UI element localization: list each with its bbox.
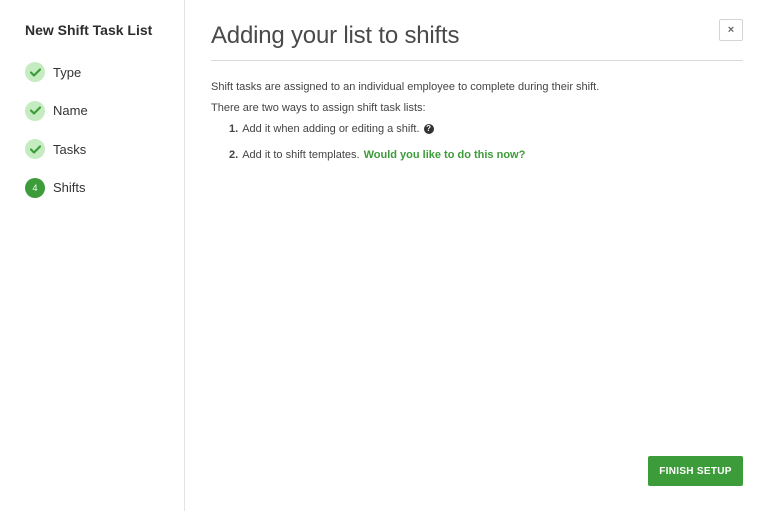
page-title: Adding your list to shifts — [211, 22, 460, 49]
option-item: 1. Add it when adding or editing a shift… — [229, 122, 743, 136]
step-label: Type — [53, 64, 82, 80]
step-shifts[interactable]: 4 Shifts — [25, 177, 88, 198]
check-icon — [25, 139, 45, 159]
finish-setup-button[interactable]: FINISH SETUP — [648, 456, 743, 486]
sidebar: New Shift Task List Type Name Tasks 4 Sh… — [0, 0, 185, 511]
close-button[interactable]: × — [719, 19, 743, 41]
sidebar-title: New Shift Task List — [25, 22, 153, 38]
step-tasks[interactable]: Tasks — [25, 139, 88, 159]
close-icon: × — [727, 24, 735, 36]
main-panel: Adding your list to shifts × Shift tasks… — [186, 0, 768, 511]
intro-text: Shift tasks are assigned to an individua… — [211, 81, 600, 93]
option-text: Add it when adding or editing a shift. — [242, 123, 420, 135]
step-name[interactable]: Name — [25, 100, 88, 121]
options-list: 1. Add it when adding or editing a shift… — [229, 122, 743, 162]
option-item: 2. Add it to shift templates. Would you … — [229, 148, 743, 162]
step-list: Type Name Tasks 4 Shifts — [25, 62, 88, 216]
check-icon — [25, 62, 45, 82]
check-icon — [25, 100, 45, 121]
ways-text: There are two ways to assign shift task … — [211, 102, 426, 114]
app: New Shift Task List Type Name Tasks 4 Sh… — [0, 0, 768, 511]
title-divider — [211, 60, 743, 61]
help-icon[interactable]: ? — [423, 124, 434, 134]
step-type[interactable]: Type — [25, 62, 88, 82]
option-number: 2. — [229, 149, 239, 161]
step-label: Name — [53, 103, 88, 118]
step-label: Tasks — [53, 141, 87, 157]
step-label: Shifts — [53, 180, 86, 195]
shift-templates-link[interactable]: Would you like to do this now? — [364, 148, 526, 162]
option-number: 1. — [229, 123, 239, 135]
content: Shift tasks are assigned to an individua… — [211, 80, 743, 174]
option-text: Add it to shift templates. — [242, 149, 360, 161]
step-number-badge: 4 — [25, 177, 45, 198]
